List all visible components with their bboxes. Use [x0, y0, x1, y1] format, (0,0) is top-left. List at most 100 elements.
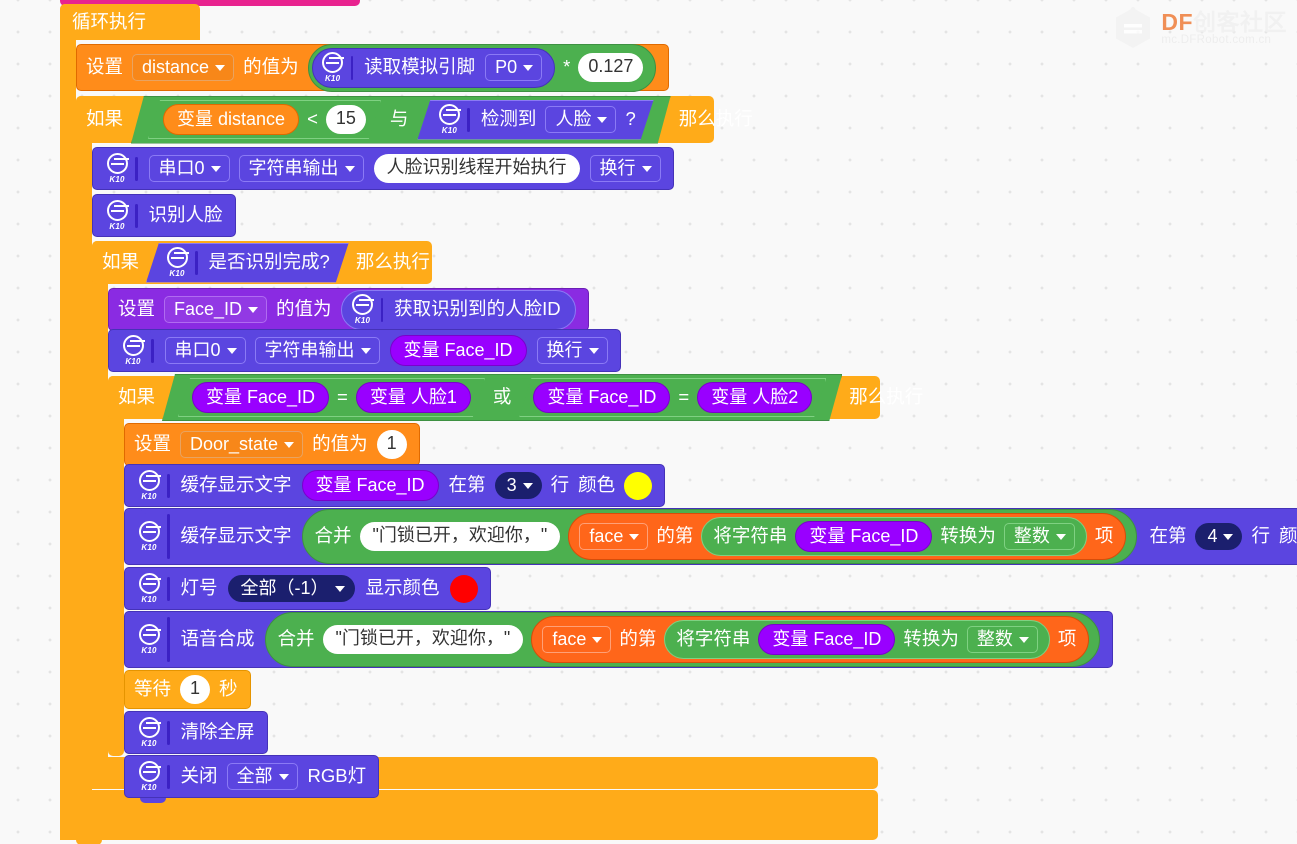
- recognize-face-block[interactable]: K10 识别人脸: [92, 194, 236, 237]
- to-label: 的值为: [312, 433, 368, 455]
- icon-separator: [135, 203, 138, 228]
- if-recognized-block[interactable]: [92, 241, 108, 789]
- less-than-operator-block[interactable]: 变量 distance < 15: [148, 100, 381, 139]
- serial-newline-dropdown[interactable]: 换行: [589, 155, 661, 182]
- equals-operator-block-1[interactable]: 变量 Face_ID = 变量 人脸1: [178, 378, 485, 417]
- convert-label: 转换为: [940, 525, 996, 547]
- join-strings-block[interactable]: 合并 "门锁已开，欢迎你，" face 的第 将字符串 变量 Face_ID 转…: [301, 509, 1138, 564]
- blockly-canvas[interactable]: DF创客社区 mc.DFRobot.com.cn 循环执行 设置 distanc…: [0, 0, 1297, 844]
- rgb-show-color-block[interactable]: K10 灯号 全部（-1） 显示颜色: [124, 567, 491, 610]
- serial-port-value: 串口0: [158, 158, 205, 178]
- serial-print-face-id-block[interactable]: K10 串口0 字符串输出 变量 Face_ID 换行: [108, 329, 621, 372]
- cache-display-text-block-1[interactable]: K10 缓存显示文字 变量 Face_ID 在第 3 行 颜色: [124, 464, 666, 507]
- wait-seconds-input[interactable]: 1: [180, 675, 211, 704]
- chevron-down-icon: [588, 348, 599, 354]
- variable-face-id-reporter[interactable]: 变量 Face_ID: [758, 624, 896, 655]
- detect-target-value: 人脸: [555, 109, 592, 129]
- k10-device-icon: K10: [118, 334, 148, 368]
- clear-screen-block[interactable]: K10 清除全屏: [124, 711, 268, 754]
- chevron-down-icon: [278, 774, 289, 780]
- speech-synthesis-block[interactable]: K10 语音合成 合并 "门锁已开，欢迎你，" face 的第 将字符串 变量 …: [124, 611, 1114, 668]
- block-notch: [125, 289, 151, 294]
- list-name-dropdown[interactable]: face: [542, 626, 612, 653]
- if-distance-block[interactable]: [76, 96, 92, 822]
- equals-operator-block-2[interactable]: 变量 Face_ID = 变量 人脸2: [519, 378, 826, 417]
- variable-face-id-reporter[interactable]: 变量 Face_ID: [301, 470, 439, 501]
- watermark-brand-suffix: 创客社区: [1193, 8, 1287, 35]
- variable-face-id-reporter[interactable]: 变量 Face_ID: [795, 521, 933, 552]
- k10-device-icon: K10: [434, 103, 464, 137]
- list-name-dropdown[interactable]: face: [579, 523, 649, 550]
- serial-port-dropdown[interactable]: 串口0: [148, 155, 230, 182]
- set-face-id-block[interactable]: 设置 Face_ID 的值为 K10 获取识别到的人脸ID: [108, 288, 589, 331]
- lamp-all-dropdown[interactable]: 全部: [226, 763, 298, 790]
- k10-device-icon: K10: [102, 152, 132, 186]
- join-strings-block[interactable]: 合并 "门锁已开，欢迎你，" face 的第 将字符串 变量 Face_ID 转…: [264, 612, 1101, 667]
- or-label: 或: [492, 386, 512, 408]
- index-label: 的第: [656, 525, 694, 547]
- cache-display-text-label: 缓存显示文字: [180, 474, 292, 496]
- turn-off-rgb-block[interactable]: K10 关闭 全部 RGB灯: [124, 755, 380, 798]
- multiplier-input[interactable]: 0.127: [578, 53, 644, 82]
- get-face-id-reporter[interactable]: K10 获取识别到的人脸ID: [340, 289, 576, 330]
- variable-face-id-reporter[interactable]: 变量 Face_ID: [389, 335, 527, 366]
- equals-symbol: =: [337, 386, 348, 408]
- set-distance-block[interactable]: 设置 distance 的值为 K10 读取模拟引脚 P0 * 0.127: [76, 43, 670, 92]
- line-number-dropdown[interactable]: 3: [494, 472, 542, 499]
- cache-display-text-block-2[interactable]: K10 缓存显示文字 合并 "门锁已开，欢迎你，" face 的第 将字符串 变…: [124, 508, 1297, 565]
- serial-print-thread-start-block[interactable]: K10 串口0 字符串输出 人脸识别线程开始执行 换行: [92, 147, 674, 190]
- join-string-input[interactable]: "门锁已开，欢迎你，": [359, 522, 561, 551]
- serial-port-value: 串口0: [174, 340, 221, 360]
- line-number-dropdown[interactable]: 4: [1195, 523, 1243, 550]
- item-label: 项: [1094, 525, 1114, 547]
- serial-newline-dropdown[interactable]: 换行: [536, 337, 608, 364]
- icon-separator: [167, 473, 170, 498]
- forever-loop-block[interactable]: [60, 4, 76, 840]
- multiply-operator-block[interactable]: K10 读取模拟引脚 P0 * 0.127: [307, 43, 657, 92]
- variable-dropdown-distance[interactable]: distance: [132, 54, 235, 81]
- lamp-select-dropdown[interactable]: 全部（-1）: [227, 575, 355, 602]
- icon-separator: [350, 55, 354, 80]
- or-operator-block[interactable]: 变量 Face_ID = 变量 人脸1 或 变量 Face_ID = 变量 人脸…: [162, 374, 842, 421]
- string-to-number-block[interactable]: 将字符串 变量 Face_ID 转换为 整数: [701, 517, 1087, 556]
- pin-dropdown[interactable]: P0: [485, 54, 543, 81]
- chevron-down-icon: [597, 117, 607, 123]
- wait-label: 等待: [134, 678, 172, 700]
- variable-face-id-reporter[interactable]: 变量 Face_ID: [533, 382, 670, 413]
- serial-text-input[interactable]: 人脸识别线程开始执行: [373, 154, 580, 183]
- serial-mode-dropdown[interactable]: 字符串输出: [254, 337, 380, 364]
- and-operator-block[interactable]: 变量 distance < 15 与 K10 检测到 人脸 ?: [131, 96, 671, 144]
- set-door-state-block[interactable]: 设置 Door_state 的值为 1: [124, 423, 420, 466]
- recognize-face-label: 识别人脸: [148, 204, 223, 226]
- icon-separator: [167, 617, 170, 662]
- compare-value-input[interactable]: 15: [326, 105, 366, 134]
- variable-dropdown-door-state[interactable]: Door_state: [180, 430, 304, 458]
- detect-target-dropdown[interactable]: 人脸: [545, 106, 616, 133]
- wait-seconds-block[interactable]: 等待 1 秒: [124, 670, 251, 709]
- list-item-of-block[interactable]: face 的第 将字符串 变量 Face_ID 转换为 整数 项: [568, 513, 1127, 560]
- variable-face-id-reporter[interactable]: 变量 Face_ID: [192, 382, 329, 413]
- serial-newline-value: 换行: [546, 340, 583, 360]
- is-recognition-done-block[interactable]: K10 是否识别完成?: [146, 243, 349, 283]
- if-face-match-header-row: 如果 变量 Face_ID = 变量 人脸1 或 变量 Face_ID = 变量…: [108, 376, 923, 419]
- convert-type-dropdown[interactable]: 整数: [966, 626, 1038, 653]
- serial-port-dropdown[interactable]: 串口0: [164, 337, 246, 364]
- variable-distance-reporter[interactable]: 变量 distance: [163, 104, 299, 135]
- color-swatch-yellow[interactable]: [624, 471, 653, 500]
- variable-face2-reporter[interactable]: 变量 人脸2: [697, 382, 812, 413]
- variable-face1-reporter[interactable]: 变量 人脸1: [356, 382, 471, 413]
- door-state-value-input[interactable]: 1: [376, 430, 407, 459]
- color-swatch-red[interactable]: [449, 574, 478, 603]
- forever-loop-label: 循环执行: [72, 10, 147, 32]
- list-item-of-block[interactable]: face 的第 将字符串 变量 Face_ID 转换为 整数 项: [531, 616, 1090, 663]
- if-face-match-block[interactable]: [108, 376, 124, 756]
- variable-dropdown-face-id[interactable]: Face_ID: [164, 296, 268, 323]
- join-string-input[interactable]: "门锁已开，欢迎你，": [322, 625, 524, 654]
- read-analog-pin-block[interactable]: K10 读取模拟引脚 P0: [311, 47, 556, 88]
- forever-loop-label-row: 循环执行: [60, 4, 200, 40]
- serial-mode-dropdown[interactable]: 字符串输出: [238, 155, 364, 182]
- string-to-number-block[interactable]: 将字符串 变量 Face_ID 转换为 整数: [664, 620, 1050, 659]
- detect-face-block[interactable]: K10 检测到 人脸 ?: [417, 100, 653, 140]
- line-number-value: 4: [1207, 526, 1218, 546]
- convert-type-dropdown[interactable]: 整数: [1003, 523, 1075, 550]
